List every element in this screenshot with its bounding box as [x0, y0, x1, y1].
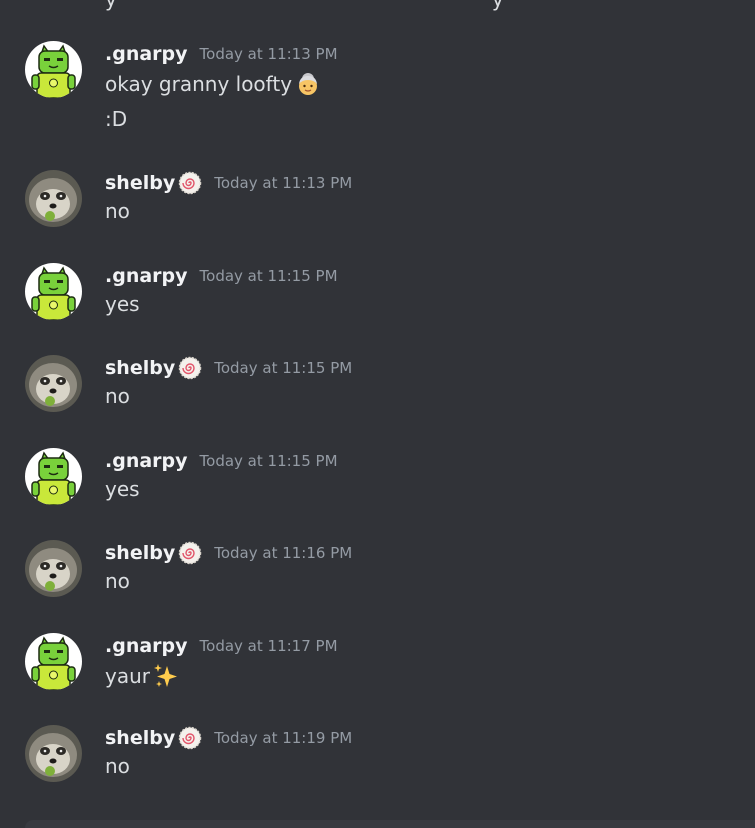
message-text: yes: [105, 477, 140, 501]
message-header: shelby Today at 11:16 PM: [105, 540, 352, 566]
avatar[interactable]: [25, 633, 82, 690]
avatar[interactable]: [25, 355, 82, 412]
timestamp[interactable]: Today at 11:19 PM: [214, 729, 352, 747]
message-header: .gnarpy Today at 11:17 PM: [105, 633, 338, 659]
username[interactable]: .gnarpy: [105, 265, 188, 287]
message-header: shelby Today at 11:15 PM: [105, 355, 352, 381]
avatar[interactable]: [25, 41, 82, 98]
message-text: no: [105, 754, 130, 778]
green-cat-icon: [25, 263, 82, 320]
older-woman-emoji: [294, 70, 322, 98]
username[interactable]: shelby: [105, 172, 175, 194]
timestamp[interactable]: Today at 11:15 PM: [200, 452, 338, 470]
avatar[interactable]: [25, 448, 82, 505]
message-text: no: [105, 384, 130, 408]
message-header: shelby Today at 11:19 PM: [105, 725, 352, 751]
timestamp[interactable]: Today at 11:15 PM: [200, 267, 338, 285]
raccoon-photo: [25, 170, 82, 227]
green-cat-icon: [25, 633, 82, 690]
narutomaki-icon: [178, 541, 202, 565]
message-text: no: [105, 569, 130, 593]
message-line: okay granny loofty: [105, 72, 293, 96]
narutomaki-icon: [178, 726, 202, 750]
green-cat-icon: [25, 41, 82, 98]
username[interactable]: shelby: [105, 357, 175, 379]
avatar[interactable]: [25, 170, 82, 227]
chat-view: y y: [0, 0, 755, 828]
message-text: :D: [105, 107, 127, 131]
username[interactable]: shelby: [105, 542, 175, 564]
message-line: yaur: [105, 664, 150, 688]
narutomaki-icon: [178, 356, 202, 380]
message-line: no: [105, 384, 130, 408]
message-line: yes: [105, 477, 140, 501]
avatar[interactable]: [25, 263, 82, 320]
timestamp[interactable]: Today at 11:17 PM: [200, 637, 338, 655]
avatar[interactable]: [25, 540, 82, 597]
avatar[interactable]: [25, 725, 82, 782]
message-text: yes: [105, 292, 140, 316]
message-line: :D: [105, 107, 128, 131]
message-header: .gnarpy Today at 11:15 PM: [105, 448, 338, 474]
message-line: no: [105, 754, 130, 778]
message-text: okay granny loofty: [105, 70, 322, 98]
message-header: .gnarpy Today at 11:15 PM: [105, 263, 338, 289]
timestamp[interactable]: Today at 11:16 PM: [214, 544, 352, 562]
message-line: no: [105, 569, 130, 593]
raccoon-photo: [25, 725, 82, 782]
timestamp[interactable]: Today at 11:13 PM: [200, 45, 338, 63]
raccoon-photo: [25, 355, 82, 412]
narutomaki-icon: [178, 171, 202, 195]
message-line: yes: [105, 292, 140, 316]
raccoon-photo: [25, 540, 82, 597]
message-header: shelby Today at 11:13 PM: [105, 170, 352, 196]
username[interactable]: shelby: [105, 727, 175, 749]
message-line: no: [105, 199, 130, 223]
truncated-previous-message: y y: [105, 0, 504, 11]
message-header: .gnarpy Today at 11:13 PM: [105, 41, 338, 67]
message-text: no: [105, 199, 130, 223]
username[interactable]: .gnarpy: [105, 450, 188, 472]
username[interactable]: .gnarpy: [105, 635, 188, 657]
username[interactable]: .gnarpy: [105, 43, 188, 65]
sparkles-emoji: [152, 662, 180, 690]
message-text: yaur: [105, 662, 180, 690]
timestamp[interactable]: Today at 11:13 PM: [214, 174, 352, 192]
timestamp[interactable]: Today at 11:15 PM: [214, 359, 352, 377]
green-cat-icon: [25, 448, 82, 505]
message-input-bar[interactable]: [25, 820, 755, 828]
